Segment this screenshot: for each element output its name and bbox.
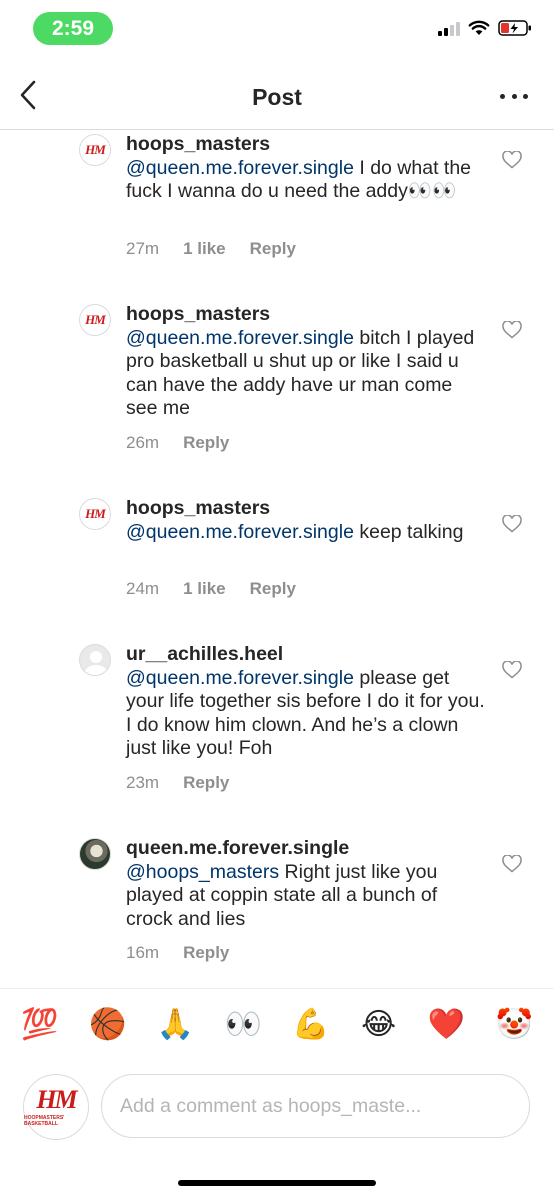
- comment-composer: HM HOOPMASTERS' BASKETBALL: [0, 1060, 554, 1160]
- reply-button[interactable]: Reply: [183, 943, 229, 963]
- comment-mention[interactable]: @queen.me.forever.single: [126, 327, 354, 349]
- hm-logo: HM: [36, 1085, 77, 1114]
- avatar[interactable]: [79, 838, 111, 870]
- avatar[interactable]: HM: [79, 498, 111, 530]
- hm-logo: HM: [85, 142, 106, 157]
- like-heart-icon[interactable]: [502, 321, 522, 339]
- eyes-emoji[interactable]: 👀: [221, 1009, 265, 1040]
- avatar[interactable]: HM: [79, 304, 111, 336]
- page-title: Post: [252, 84, 302, 110]
- comment-username[interactable]: hoops_masters: [126, 303, 486, 327]
- comment-meta: 26m Reply: [126, 433, 229, 453]
- comments-list: HM hoops_masters @queen.me.forever.single…: [0, 131, 554, 988]
- comment-text: keep talking: [353, 520, 464, 543]
- comment-body: hoops_masters @queen.me.forever.single bi…: [126, 303, 486, 421]
- more-dot: [511, 93, 517, 99]
- like-heart-icon[interactable]: [502, 661, 522, 679]
- comment-time: 27m: [126, 239, 160, 258]
- comment-meta: 24m 1 like Reply: [126, 579, 296, 599]
- more-dot: [523, 93, 528, 99]
- comment-mention[interactable]: @hoops_masters: [126, 861, 279, 883]
- comment-body: queen.me.forever.single @hoops_masters Ri…: [126, 837, 486, 931]
- status-icons: [438, 20, 532, 36]
- home-indicator[interactable]: [178, 1180, 376, 1186]
- like-heart-icon[interactable]: [502, 855, 522, 873]
- like-heart-icon[interactable]: [502, 515, 522, 533]
- comment-likes[interactable]: 1 like: [183, 239, 226, 259]
- hundred-points-emoji[interactable]: 💯: [18, 1009, 62, 1040]
- clown-face-emoji[interactable]: 🤡: [492, 1009, 536, 1040]
- comment-mention[interactable]: @queen.me.forever.single: [126, 157, 354, 179]
- red-heart-emoji[interactable]: ❤️: [424, 1009, 468, 1040]
- comment-likes[interactable]: 1 like: [183, 579, 226, 599]
- comment-username[interactable]: queen.me.forever.single: [126, 837, 486, 861]
- comment-body: ur__achilles.heel @queen.me.forever.singl…: [126, 643, 486, 761]
- hm-logo: HM: [85, 506, 106, 521]
- cellular-signal-icon: [438, 20, 460, 36]
- tears-of-joy-emoji[interactable]: 😂: [357, 1009, 401, 1040]
- comment-time: 23m: [126, 773, 160, 792]
- more-options-button[interactable]: [500, 91, 528, 101]
- comment-meta: 27m 1 like Reply: [126, 239, 296, 259]
- wifi-icon: [468, 20, 490, 35]
- comment-username[interactable]: hoops_masters: [126, 133, 486, 157]
- comment-mention[interactable]: @queen.me.forever.single: [126, 667, 354, 689]
- reply-button[interactable]: Reply: [250, 579, 296, 599]
- comment-time: 24m: [126, 579, 160, 598]
- emoji-quick-bar: 💯 🏀 🙏 👀 💪 😂 ❤️ 🤡: [0, 988, 554, 1060]
- comment-input[interactable]: [101, 1074, 530, 1138]
- reply-button[interactable]: Reply: [183, 433, 229, 453]
- basketball-emoji[interactable]: 🏀: [86, 1009, 130, 1040]
- battery-charging-icon: [498, 20, 531, 36]
- reply-button[interactable]: Reply: [183, 773, 229, 793]
- comment-meta: 16m Reply: [126, 943, 229, 963]
- status-bar: 2:59: [0, 0, 554, 60]
- comment-time: 26m: [126, 433, 160, 452]
- reply-button[interactable]: Reply: [250, 239, 296, 259]
- comment-body: hoops_masters @queen.me.forever.single ke…: [126, 497, 486, 544]
- like-heart-icon[interactable]: [502, 151, 522, 169]
- avatar[interactable]: HM: [79, 134, 111, 166]
- more-dot: [500, 93, 505, 99]
- comment-username[interactable]: hoops_masters: [126, 497, 486, 521]
- hm-logo: HM: [85, 312, 106, 327]
- folded-hands-emoji[interactable]: 🙏: [153, 1009, 197, 1040]
- comment-body: hoops_masters @queen.me.forever.single I …: [126, 133, 486, 204]
- hm-logo-tagline: HOOPMASTERS' BASKETBALL: [24, 1115, 65, 1127]
- default-user-icon: [84, 651, 108, 675]
- flexed-biceps-emoji[interactable]: 💪: [289, 1009, 333, 1040]
- comment-mention[interactable]: @queen.me.forever.single: [126, 521, 354, 543]
- avatar[interactable]: [79, 644, 111, 676]
- comment-meta: 23m Reply: [126, 773, 229, 793]
- comment-username[interactable]: ur__achilles.heel: [126, 643, 486, 667]
- status-time[interactable]: 2:59: [33, 12, 113, 45]
- nav-bar: Post: [0, 60, 554, 130]
- comment-time: 16m: [126, 943, 160, 962]
- current-user-avatar[interactable]: HM HOOPMASTERS' BASKETBALL: [23, 1074, 89, 1140]
